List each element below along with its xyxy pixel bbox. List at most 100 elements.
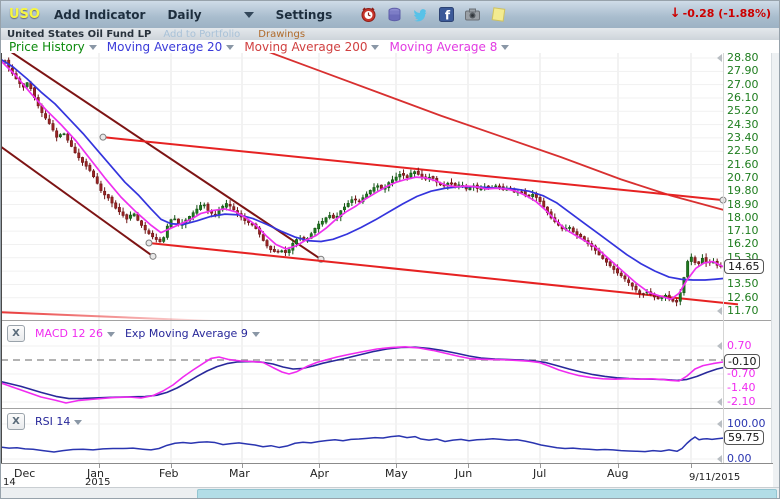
ma200-dropdown[interactable]: Moving Average 200 [244, 40, 379, 54]
candle-body [347, 203, 349, 206]
chevron-down-icon [244, 12, 254, 18]
candle-body [417, 171, 419, 174]
plot-left-border [1, 53, 2, 487]
price-chart-panel[interactable] [1, 53, 741, 320]
candle-body [225, 203, 227, 207]
macd-axis-label: -2.10 [727, 395, 755, 408]
candle-body [635, 286, 637, 290]
macd-axis-label: -1.40 [727, 381, 755, 394]
note-icon[interactable] [490, 6, 507, 23]
subbar: United States Oil Fund LP Add to Portfol… [1, 28, 779, 40]
period-dropdown[interactable]: Daily [167, 8, 253, 22]
axis-marker-icon [717, 398, 722, 406]
axis-marker-icon [717, 342, 722, 350]
right-gutter [771, 53, 779, 498]
macd-signal-dropdown[interactable]: Exp Moving Average 9 [125, 327, 260, 340]
down-trendline-2 [1, 147, 153, 257]
alarm-icon[interactable] [360, 6, 377, 23]
twitter-icon[interactable] [412, 6, 429, 23]
close-rsi-button[interactable]: X [7, 413, 25, 430]
ma8-dropdown[interactable]: Moving Average 8 [389, 40, 509, 54]
toolbar-icons: f [360, 6, 507, 23]
candle-body [288, 250, 290, 253]
price-axis-label: 16.20 [727, 237, 759, 250]
macd-dropdown[interactable]: MACD 12 26 [35, 327, 115, 340]
candle-body [74, 147, 76, 153]
candle-body [694, 258, 696, 263]
candle-body [100, 184, 102, 191]
svg-text:f: f [445, 9, 451, 23]
date-tick [691, 464, 692, 468]
stack-icon[interactable] [386, 6, 403, 23]
candle-body [410, 173, 412, 177]
price-axis-label: 22.50 [727, 144, 759, 157]
candle-body [539, 197, 541, 201]
price-axis-label: 20.70 [727, 171, 759, 184]
price-axis-label: 28.80 [727, 51, 759, 64]
candle-body [616, 269, 618, 273]
rsi-dropdown[interactable]: RSI 14 [35, 415, 82, 428]
month-label: Feb [159, 467, 178, 480]
end-date-label: 9/11/2015 [689, 472, 740, 483]
settings-button[interactable]: Settings [276, 8, 333, 22]
candle-body [196, 209, 198, 213]
candle-body [174, 219, 176, 220]
facebook-icon[interactable]: f [438, 6, 455, 23]
add-to-portfolio-link[interactable]: Add to Portfolio [163, 29, 240, 40]
price-axis-label: 17.10 [727, 224, 759, 237]
price-axis-label: 13.50 [727, 277, 759, 290]
candle-body [96, 177, 98, 183]
candle-body [373, 188, 375, 192]
month-label: May [385, 467, 408, 480]
price-axis-label: 21.60 [727, 158, 759, 171]
axis-marker-icon [717, 455, 722, 463]
macd-axis-label: 0.70 [727, 339, 752, 352]
chevron-down-icon [89, 45, 97, 50]
candle-body [89, 165, 91, 170]
candle-body [602, 256, 604, 259]
candle-body [498, 186, 500, 187]
plot-right-border [723, 53, 724, 463]
toolbar: USO Add Indicator Daily Settings f [1, 1, 779, 29]
candle-body [572, 228, 574, 232]
trendline-handle[interactable] [146, 240, 152, 246]
candle-body [284, 250, 286, 252]
candle-body [609, 262, 611, 266]
trendline-handle[interactable] [100, 134, 106, 140]
candle-body [421, 174, 423, 177]
candle-body [281, 251, 283, 252]
macd-signal-line [1, 347, 723, 398]
candle-body [199, 205, 201, 209]
camera-icon[interactable] [464, 6, 481, 23]
candle-body [532, 194, 534, 196]
ma20-dropdown[interactable]: Moving Average 20 [107, 40, 235, 54]
current-macd-tag: -0.10 [724, 354, 760, 369]
rsi-panel[interactable] [1, 409, 741, 463]
candle-body [354, 199, 356, 200]
trendline-handle[interactable] [150, 253, 156, 259]
macd-line [1, 347, 723, 403]
candle-body [325, 218, 327, 222]
candle-body [233, 207, 235, 210]
candle-body [358, 201, 360, 202]
candle-body [70, 141, 72, 147]
candle-body [48, 119, 50, 124]
candle-body [469, 188, 471, 190]
candle-body [26, 83, 28, 87]
close-macd-button[interactable]: X [7, 325, 25, 342]
candle-body [314, 228, 316, 233]
price-history-dropdown[interactable]: Price History [9, 40, 97, 54]
candle-body [369, 190, 371, 193]
add-indicator-button[interactable]: Add Indicator [54, 8, 145, 22]
price-axis-label: 24.30 [727, 118, 759, 131]
candle-body [391, 180, 393, 183]
drawings-link[interactable]: Drawings [258, 29, 305, 40]
price-axis-label: 27.00 [727, 78, 759, 91]
down-arrow-icon: ↓ [670, 6, 681, 21]
month-label: Jul [533, 467, 546, 480]
candlesticks [4, 57, 722, 306]
rsi-line [1, 436, 723, 452]
candle-body [159, 239, 161, 242]
candle-body [144, 225, 146, 230]
candle-body [399, 174, 401, 177]
